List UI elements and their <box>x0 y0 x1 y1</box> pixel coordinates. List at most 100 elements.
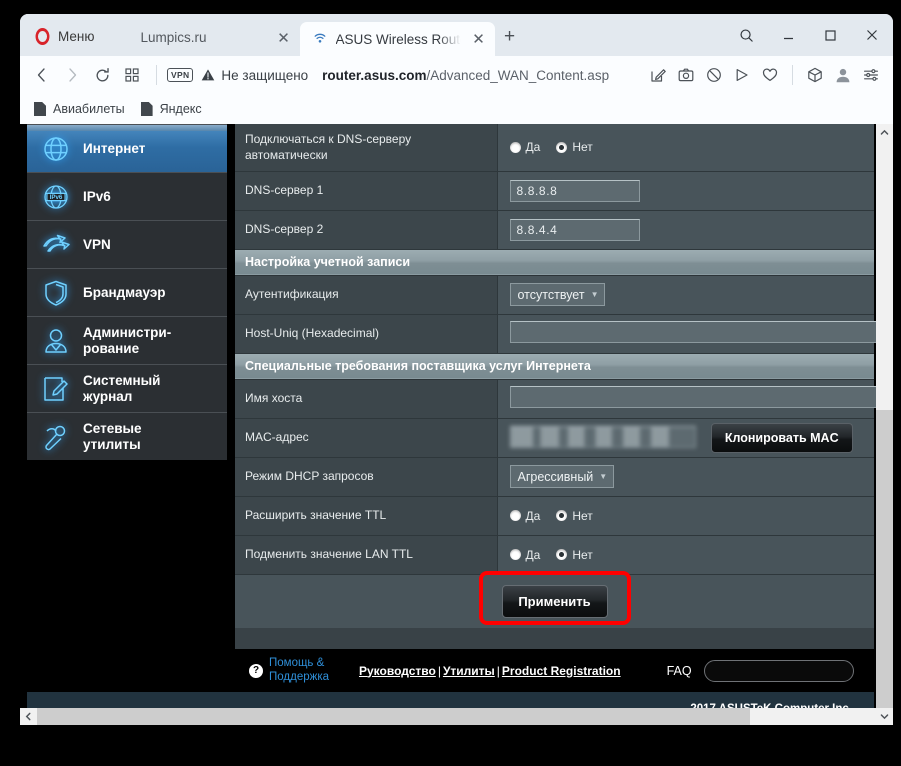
sidebar-item-network-tools[interactable]: Сетевые утилиты <box>27 412 227 460</box>
apply-highlight-annotation <box>478 570 631 625</box>
maximize-button[interactable] <box>809 14 851 56</box>
row-value: отсутствует ▼ <box>497 275 874 315</box>
authentication-select[interactable]: отсутствует ▼ <box>509 283 606 306</box>
section-title: Настройка учетной записи <box>235 249 874 276</box>
easy-setup-icon[interactable] <box>857 61 885 89</box>
reload-icon[interactable] <box>88 61 116 89</box>
profile-icon[interactable] <box>829 61 857 89</box>
warning-triangle-icon <box>202 69 215 81</box>
link-product-registration[interactable]: Product Registration <box>502 664 621 678</box>
close-icon[interactable]: ✕ <box>469 29 489 49</box>
opera-menu-button[interactable]: Меню <box>28 19 105 53</box>
table-row: Подменить значение LAN TTL Да Нет <box>235 535 875 575</box>
sidebar-item-internet[interactable]: Интернет <box>27 124 227 172</box>
sidebar-item-system-log[interactable]: Системный журнал <box>27 364 227 412</box>
radio-option-no[interactable]: Нет <box>556 140 593 155</box>
horizontal-scrollbar[interactable] <box>20 708 893 725</box>
dns-server-1-input[interactable]: 8.8.8.8 <box>509 179 640 202</box>
bookmark-item[interactable]: Авиабилеты <box>30 100 133 118</box>
row-label: DNS-сервер 2 <box>235 210 498 250</box>
messenger-icon[interactable] <box>728 61 756 89</box>
extend-ttl-radio-group[interactable]: Да Нет <box>509 509 875 523</box>
sidebar-item-label: Интернет <box>83 140 146 156</box>
edit-page-icon[interactable] <box>644 61 672 89</box>
back-icon[interactable] <box>28 61 56 89</box>
browser-window: Меню Lumpics.ru ✕ ASUS Wireless Router R… <box>20 14 893 725</box>
link-manual[interactable]: Руководство <box>359 664 436 678</box>
tab-lumpics[interactable]: Lumpics.ru ✕ <box>105 22 300 53</box>
globe-icon <box>39 132 73 166</box>
radio-option-yes[interactable]: Да <box>509 548 540 562</box>
row-value: Да Нет <box>497 124 875 172</box>
table-row: MAC-адрес 00:00:00:00:00:00 Клонировать … <box>235 418 874 458</box>
dns-server-2-input[interactable]: 8.8.4.4 <box>509 218 640 241</box>
new-tab-button[interactable]: + <box>495 22 525 52</box>
radio-button[interactable] <box>556 510 568 521</box>
radio-button[interactable] <box>556 549 568 560</box>
clone-mac-button[interactable]: Клонировать MAC <box>710 422 853 453</box>
snapshot-icon[interactable] <box>672 61 700 89</box>
row-value: 00:00:00:00:00:00 Клонировать MAC <box>497 418 874 458</box>
table-row: Аутентификация отсутствует ▼ <box>235 275 874 315</box>
apply-button-wrapper: Применить <box>478 570 631 625</box>
table-row: Подключаться к DNS-серверу автоматически… <box>235 124 875 172</box>
select-value: отсутствует <box>517 287 585 302</box>
section-header-isp: Специальные требования поставщика услуг … <box>235 353 874 380</box>
table-row: DNS-сервер 2 8.8.4.4 <box>235 210 874 250</box>
faq-search-input[interactable] <box>703 659 854 682</box>
host-uniq-input[interactable] <box>509 321 893 343</box>
minimize-button[interactable] <box>767 14 809 56</box>
search-icon[interactable] <box>725 14 767 56</box>
vpn-icon <box>39 228 73 262</box>
dhcp-query-mode-select[interactable]: Агрессивный ▼ <box>509 465 615 488</box>
extensions-icon[interactable] <box>801 61 829 89</box>
radio-label: Нет <box>572 140 593 155</box>
close-icon[interactable]: ✕ <box>274 28 294 48</box>
scroll-left-icon[interactable] <box>20 708 37 725</box>
row-label: Host-Uniq (Hexadecimal) <box>235 314 498 354</box>
vertical-scrollbar-thumb[interactable] <box>876 410 893 708</box>
sidebar-item-firewall[interactable]: Брандмауэр <box>27 268 227 316</box>
radio-label: Да <box>525 140 541 155</box>
sidebar-item-label: Сетевые утилиты <box>83 421 142 452</box>
tools-icon <box>39 420 73 454</box>
spoof-lan-ttl-radio-group[interactable]: Да Нет <box>509 548 875 562</box>
opera-menu-label: Меню <box>58 28 95 44</box>
radio-option-no[interactable]: Нет <box>556 509 593 523</box>
radio-button[interactable] <box>509 549 521 560</box>
tab-asus-router[interactable]: ASUS Wireless Router RT-N ✕ <box>299 22 495 56</box>
radio-option-yes[interactable]: Да <box>509 509 540 523</box>
link-utilities[interactable]: Утилиты <box>443 664 495 678</box>
radio-option-yes[interactable]: Да <box>509 140 541 155</box>
radio-button[interactable] <box>509 510 521 521</box>
tiles-icon[interactable] <box>118 61 146 89</box>
address-bar[interactable]: router.asus.com/Advanced_WAN_Content.asp <box>322 68 609 83</box>
sidebar-item-vpn[interactable]: VPN <box>27 220 227 268</box>
row-value <box>497 379 893 419</box>
scroll-up-icon[interactable] <box>876 124 893 141</box>
sidebar-item-ipv6[interactable]: IPv6 IPv6 <box>27 172 227 220</box>
dns-auto-radio-group[interactable]: Да Нет <box>509 140 875 155</box>
vertical-scrollbar[interactable] <box>876 124 893 725</box>
opera-logo-icon <box>35 27 50 45</box>
adblock-icon[interactable] <box>700 61 728 89</box>
vpn-badge[interactable]: VPN <box>167 68 194 82</box>
table-row: Имя хоста <box>235 379 893 419</box>
horizontal-scrollbar-thumb[interactable] <box>37 708 750 725</box>
help-support-link[interactable]: Помощь & Поддержка <box>269 657 329 683</box>
sidebar-item-administration[interactable]: Администри-рование <box>27 316 227 364</box>
link-separator: | <box>437 663 441 678</box>
heart-icon[interactable] <box>756 61 784 89</box>
close-button[interactable] <box>851 14 893 56</box>
help-line-2: Поддержка <box>269 670 329 683</box>
radio-option-no[interactable]: Нет <box>556 548 593 562</box>
bookmark-item[interactable]: Яндекс <box>137 100 210 118</box>
host-name-input[interactable] <box>509 386 893 408</box>
tab-label: ASUS Wireless Router RT-N <box>335 31 461 47</box>
radio-button[interactable] <box>556 141 568 153</box>
scroll-down-icon[interactable] <box>876 708 893 725</box>
radio-button[interactable] <box>509 141 521 153</box>
security-warning[interactable]: Не защищено <box>201 68 308 83</box>
chevron-down-icon: ▼ <box>599 472 608 481</box>
mac-address-input[interactable]: 00:00:00:00:00:00 <box>509 425 696 448</box>
